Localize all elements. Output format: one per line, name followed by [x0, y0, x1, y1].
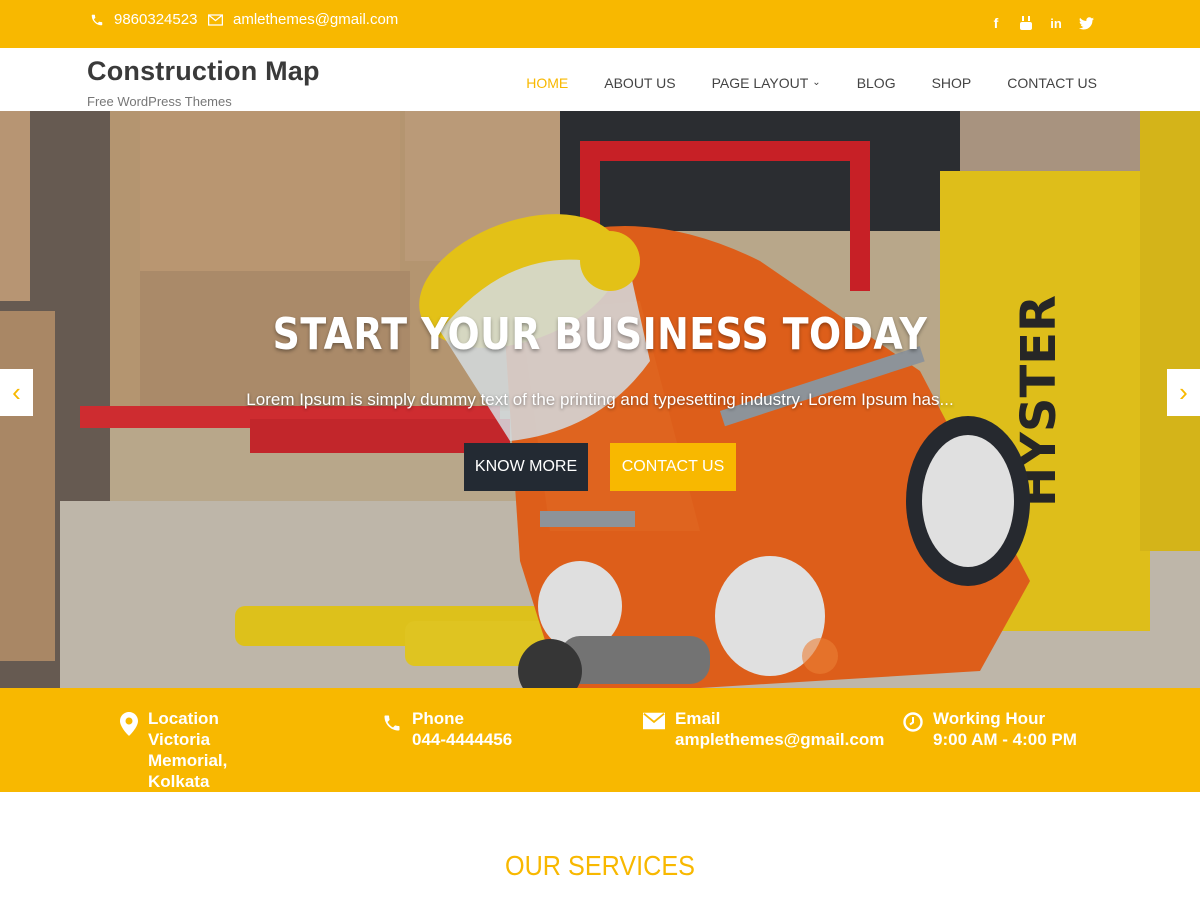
- hero-subtitle: Lorem Ipsum is simply dummy text of the …: [246, 390, 954, 409]
- contact-info-band: Location Victoria Memorial, Kolkata Phone…: [0, 688, 1200, 792]
- top-bar: 9860324523 amlethemes@gmail.com f in: [0, 0, 1200, 48]
- contact-us-button[interactable]: CONTACT US: [610, 443, 736, 491]
- nav-item-about-us[interactable]: ABOUT US: [604, 75, 675, 91]
- top-email[interactable]: amlethemes@gmail.com: [208, 11, 398, 28]
- info-location-value: Victoria Memorial, Kolkata: [148, 730, 228, 791]
- phone-icon: [91, 14, 103, 25]
- nav-item-label: BLOG: [856, 75, 896, 91]
- nav-item-page-layout[interactable]: PAGE LAYOUT ⌄: [712, 75, 821, 91]
- top-phone-text: 9860324523: [114, 11, 198, 28]
- clock-icon: [903, 712, 923, 732]
- info-location-label: Location: [148, 709, 219, 728]
- info-phone-label: Phone: [412, 709, 464, 728]
- chevron-down-icon: ⌄: [812, 76, 821, 88]
- services-heading: OUR SERVICES: [505, 850, 695, 881]
- linkedin-icon[interactable]: in: [1048, 14, 1064, 32]
- info-location: Location Victoria Memorial, Kolkata: [120, 708, 288, 792]
- slider-next-arrow[interactable]: ›: [1167, 369, 1200, 416]
- nav-item-label: SHOP: [931, 75, 972, 91]
- info-email-label: Email: [675, 709, 721, 728]
- nav-item-label: ABOUT US: [604, 75, 676, 91]
- site-header: Construction Map Free WordPress Themes H…: [0, 48, 1200, 111]
- slider-prev-arrow[interactable]: ‹: [0, 369, 33, 416]
- nav-item-home[interactable]: HOME: [526, 75, 568, 91]
- site-tagline: Free WordPress Themes: [87, 94, 232, 109]
- nav-item-label: CONTACT US: [1007, 75, 1097, 91]
- chevron-right-icon: ›: [1179, 377, 1188, 407]
- info-email: Email amplethemes@gmail.com: [643, 708, 884, 750]
- twitter-icon[interactable]: [1078, 14, 1094, 32]
- map-pin-icon: [120, 712, 138, 736]
- info-phone: Phone 044-4444456: [382, 708, 512, 750]
- nav-item-label: PAGE LAYOUT: [711, 75, 809, 91]
- info-hours-label: Working Hour: [933, 709, 1046, 728]
- top-phone[interactable]: 9860324523: [90, 11, 197, 28]
- phone-icon: [384, 715, 400, 731]
- site-title[interactable]: Construction Map: [87, 56, 320, 87]
- nav-item-shop[interactable]: SHOP: [932, 75, 972, 91]
- know-more-button[interactable]: KNOW MORE: [464, 443, 588, 491]
- info-phone-value[interactable]: 044-4444456: [412, 729, 512, 750]
- main-nav: HOME ABOUT US PAGE LAYOUT ⌄ BLOG SHOP CON…: [490, 75, 1097, 91]
- info-email-value[interactable]: amplethemes@gmail.com: [675, 729, 884, 750]
- envelope-icon: [643, 712, 665, 730]
- nav-item-blog[interactable]: BLOG: [857, 75, 896, 91]
- hero-title: START YOUR BUSINESS TODAY: [272, 309, 928, 360]
- top-email-text: amlethemes@gmail.com: [233, 11, 399, 28]
- social-links: f in: [988, 14, 1094, 32]
- youtube-icon[interactable]: [1018, 14, 1034, 32]
- nav-item-contact-us[interactable]: CONTACT US: [1007, 75, 1097, 91]
- info-hours-value: 9:00 AM - 4:00 PM: [933, 730, 1077, 749]
- chevron-left-icon: ‹: [12, 377, 21, 407]
- nav-item-label: HOME: [526, 75, 569, 91]
- info-hours: Working Hour 9:00 AM - 4:00 PM: [903, 708, 1077, 750]
- hero-slider: HYSTER START YOUR BUSINESS TODAY Lorem I…: [0, 111, 1200, 688]
- envelope-icon: [208, 13, 223, 26]
- facebook-icon[interactable]: f: [988, 14, 1004, 32]
